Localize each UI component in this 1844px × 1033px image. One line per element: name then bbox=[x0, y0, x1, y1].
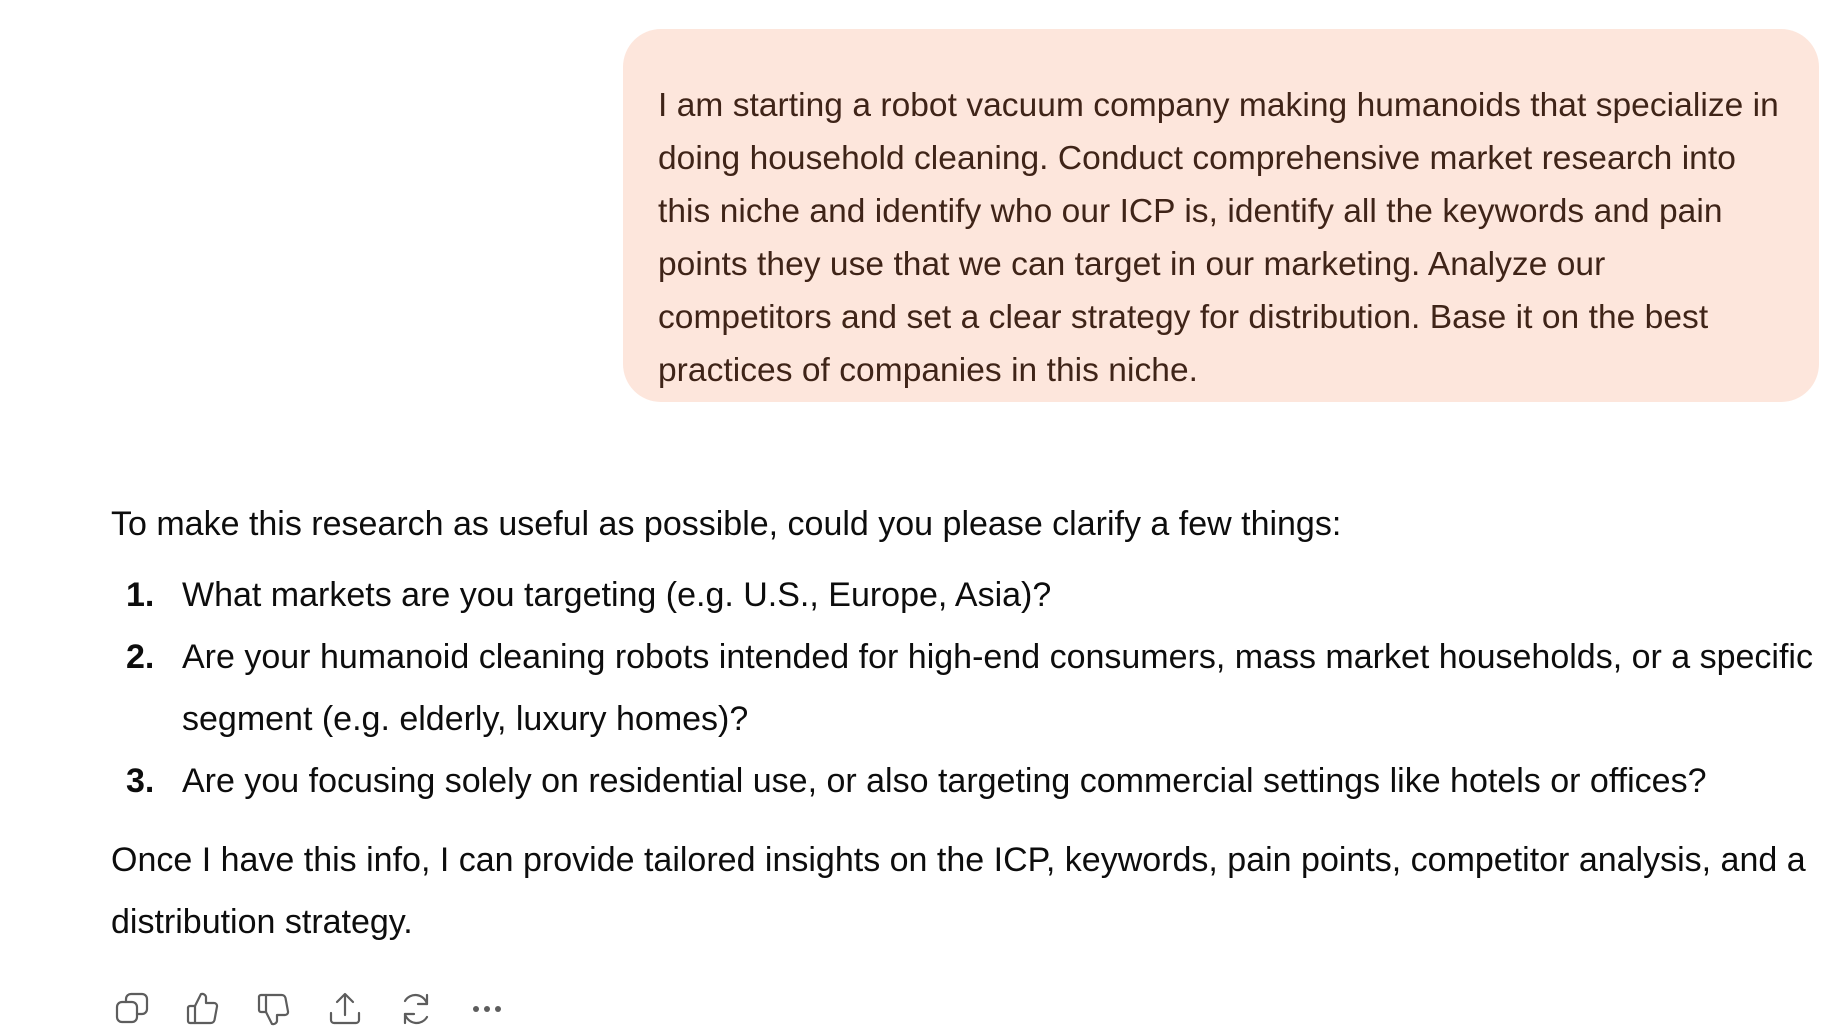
list-item: 1. What markets are you targeting (e.g. … bbox=[111, 564, 1821, 626]
chat-conversation: I am starting a robot vacuum company mak… bbox=[0, 0, 1844, 1032]
regenerate-icon bbox=[403, 993, 429, 1025]
assistant-outro-text: Once I have this info, I can provide tai… bbox=[111, 841, 1806, 941]
assistant-intro-text: To make this research as useful as possi… bbox=[111, 505, 1342, 543]
thumbs-up-button[interactable] bbox=[181, 987, 225, 1031]
list-item-text: Are you focusing solely on residential u… bbox=[182, 762, 1707, 800]
copy-icon bbox=[115, 992, 149, 1024]
user-message-text: I am starting a robot vacuum company mak… bbox=[658, 87, 1779, 389]
thumbs-up-icon bbox=[186, 992, 219, 1025]
list-item-number: 1. bbox=[126, 576, 155, 614]
thumbs-down-button[interactable] bbox=[252, 987, 296, 1031]
user-message-bubble: I am starting a robot vacuum company mak… bbox=[623, 29, 1819, 402]
list-item: 2. Are your humanoid cleaning robots int… bbox=[111, 626, 1821, 750]
more-options-button[interactable] bbox=[465, 987, 509, 1031]
thumbs-down-icon bbox=[257, 993, 290, 1026]
share-button[interactable] bbox=[323, 987, 367, 1031]
message-action-bar bbox=[110, 985, 509, 1033]
assistant-message: To make this research as useful as possi… bbox=[111, 493, 1821, 953]
list-item-number: 2. bbox=[126, 638, 155, 676]
list-item: 3. Are you focusing solely on residentia… bbox=[111, 750, 1821, 812]
more-icon bbox=[473, 1006, 501, 1012]
list-item-number: 3. bbox=[126, 762, 155, 800]
clarifying-questions-list: 1. What markets are you targeting (e.g. … bbox=[111, 564, 1821, 812]
regenerate-button[interactable] bbox=[394, 987, 438, 1031]
list-item-text: Are your humanoid cleaning robots intend… bbox=[182, 638, 1813, 738]
copy-button[interactable] bbox=[110, 987, 154, 1031]
list-item-text: What markets are you targeting (e.g. U.S… bbox=[182, 576, 1052, 614]
share-icon bbox=[329, 992, 361, 1025]
